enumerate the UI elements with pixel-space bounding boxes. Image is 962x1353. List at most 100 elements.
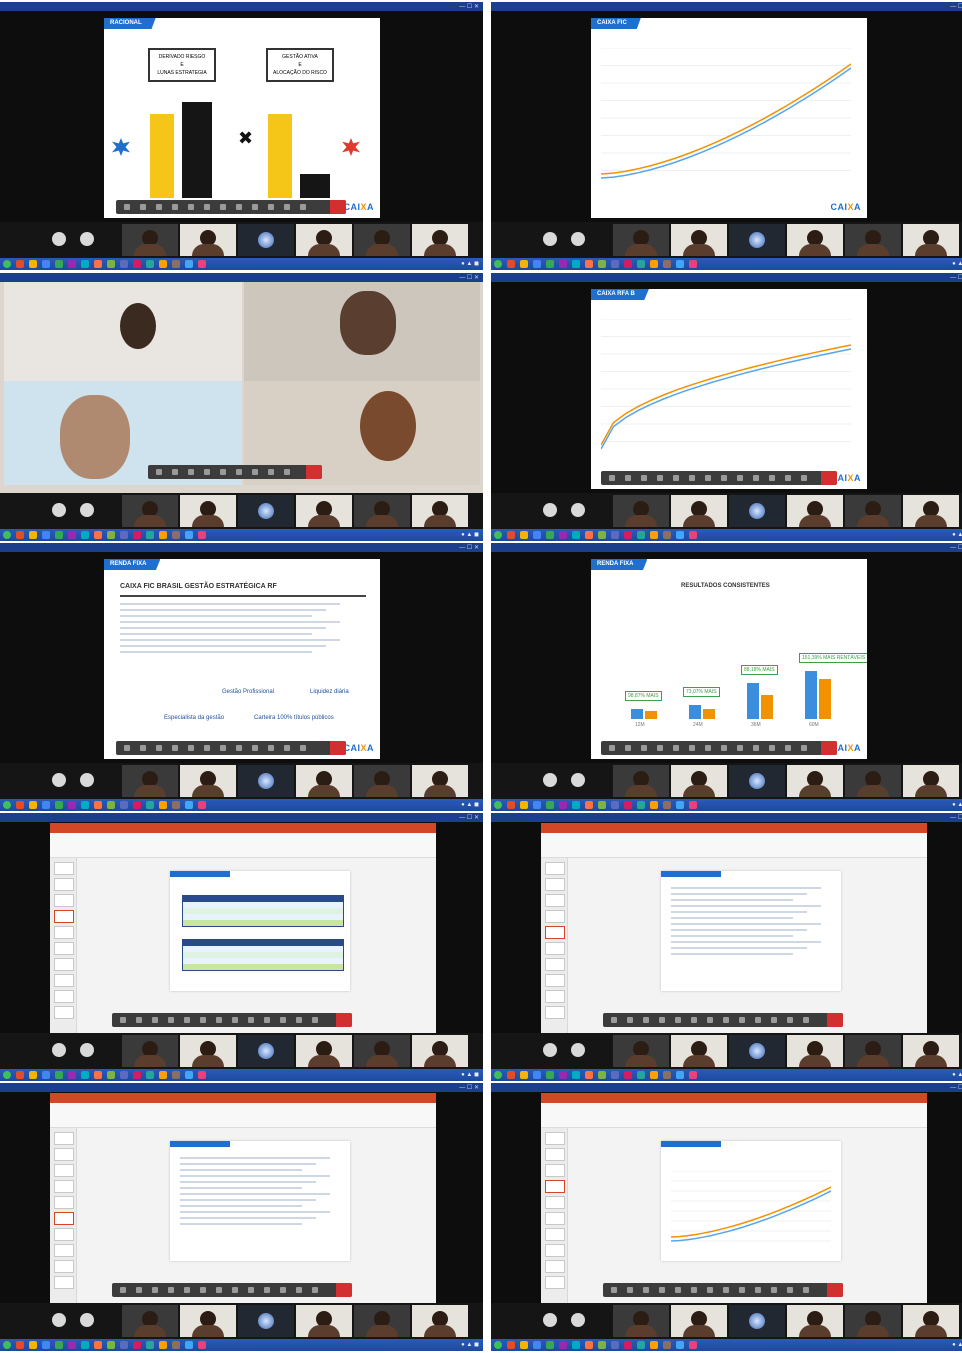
mic-icon[interactable] [753, 745, 759, 751]
taskbar-app-icon[interactable] [81, 531, 89, 539]
taskbar-app-icon[interactable] [663, 1071, 671, 1079]
participant-video[interactable] [845, 495, 901, 527]
slide-thumbnail[interactable] [545, 1276, 565, 1289]
slide-thumbnail[interactable] [545, 894, 565, 907]
mic-icon[interactable] [136, 1017, 142, 1023]
share-icon[interactable] [721, 745, 727, 751]
settings-icon[interactable] [739, 1017, 745, 1023]
participant-video[interactable] [671, 495, 727, 527]
camera-icon[interactable] [707, 1287, 713, 1293]
window-controls[interactable]: — ☐ ✕ [950, 814, 962, 821]
participant-video[interactable] [729, 765, 785, 797]
taskbar-app-icon[interactable] [533, 1341, 541, 1349]
taskbar-app-icon[interactable] [689, 1071, 697, 1079]
settings-icon[interactable] [156, 469, 162, 475]
settings-icon[interactable] [737, 475, 743, 481]
slide-thumbnail[interactable] [54, 974, 74, 987]
taskbar-app-icon[interactable] [94, 1341, 102, 1349]
slide-thumbnails-pane[interactable] [541, 858, 568, 1035]
taskbar-app-icon[interactable] [689, 531, 697, 539]
taskbar-app-icon[interactable] [663, 1341, 671, 1349]
start-icon[interactable] [3, 1071, 11, 1079]
camera-toggle-button[interactable] [80, 773, 94, 787]
taskbar-app-icon[interactable] [16, 260, 24, 268]
slide-thumbnail[interactable] [54, 926, 74, 939]
taskbar-app-icon[interactable] [146, 1341, 154, 1349]
mic-toggle-button[interactable] [543, 232, 557, 246]
taskbar-app-icon[interactable] [676, 531, 684, 539]
participant-video[interactable] [122, 765, 178, 797]
taskbar-app-icon[interactable] [198, 531, 206, 539]
share-icon[interactable] [657, 745, 663, 751]
taskbar-app-icon[interactable] [663, 801, 671, 809]
taskbar-app-icon[interactable] [546, 1071, 554, 1079]
slide-thumbnail[interactable] [545, 1164, 565, 1177]
taskbar-app-icon[interactable] [68, 260, 76, 268]
slide-thumbnail[interactable] [545, 1196, 565, 1209]
camera-icon[interactable] [152, 1287, 158, 1293]
camera-icon[interactable] [284, 745, 290, 751]
taskbar-app-icon[interactable] [572, 1341, 580, 1349]
participant-video[interactable] [296, 1305, 352, 1337]
taskbar-app-icon[interactable] [68, 801, 76, 809]
settings-icon[interactable] [220, 469, 226, 475]
taskbar-app-icon[interactable] [159, 531, 167, 539]
taskbar-app-icon[interactable] [676, 1071, 684, 1079]
taskbar-app-icon[interactable] [55, 260, 63, 268]
camera-icon[interactable] [707, 1017, 713, 1023]
taskbar-app-icon[interactable] [42, 801, 50, 809]
settings-icon[interactable] [611, 1287, 617, 1293]
share-icon[interactable] [657, 475, 663, 481]
taskbar-app-icon[interactable] [507, 260, 515, 268]
settings-icon[interactable] [312, 1287, 318, 1293]
settings-icon[interactable] [737, 745, 743, 751]
taskbar-app-icon[interactable] [29, 531, 37, 539]
taskbar-app-icon[interactable] [185, 801, 193, 809]
taskbar-app-icon[interactable] [159, 1341, 167, 1349]
participant-video[interactable] [613, 224, 669, 256]
slide-thumbnails-pane[interactable] [541, 1128, 568, 1305]
taskbar-app-icon[interactable] [42, 531, 50, 539]
taskbar-app-icon[interactable] [81, 1071, 89, 1079]
mic-icon[interactable] [236, 469, 242, 475]
hangup-icon[interactable] [336, 1013, 352, 1027]
participant-video[interactable] [903, 495, 959, 527]
taskbar-app-icon[interactable] [676, 1341, 684, 1349]
camera-icon[interactable] [216, 1287, 222, 1293]
mic-icon[interactable] [268, 204, 274, 210]
mic-icon[interactable] [264, 1287, 270, 1293]
settings-icon[interactable] [284, 469, 290, 475]
taskbar-app-icon[interactable] [559, 260, 567, 268]
taskbar-app-icon[interactable] [172, 260, 180, 268]
taskbar-app-icon[interactable] [16, 1341, 24, 1349]
slide-thumbnail[interactable] [54, 1212, 74, 1225]
taskbar-app-icon[interactable] [42, 1071, 50, 1079]
camera-icon[interactable] [220, 204, 226, 210]
slide-thumbnails-pane[interactable] [50, 1128, 77, 1305]
camera-toggle-button[interactable] [571, 773, 585, 787]
slide-thumbnail[interactable] [54, 1180, 74, 1193]
settings-icon[interactable] [801, 475, 807, 481]
slide-thumbnail[interactable] [545, 878, 565, 891]
participant-video[interactable] [354, 1035, 410, 1067]
share-icon[interactable] [659, 1017, 665, 1023]
taskbar-app-icon[interactable] [29, 260, 37, 268]
start-icon[interactable] [3, 260, 11, 268]
mic-icon[interactable] [172, 469, 178, 475]
share-icon[interactable] [236, 745, 242, 751]
settings-icon[interactable] [609, 745, 615, 751]
slide-thumbnail[interactable] [545, 1212, 565, 1225]
participant-video[interactable] [296, 1035, 352, 1067]
slide-thumbnail[interactable] [545, 1228, 565, 1241]
share-icon[interactable] [721, 475, 727, 481]
hangup-icon[interactable] [330, 200, 346, 214]
slide-thumbnail[interactable] [545, 910, 565, 923]
camera-icon[interactable] [771, 1287, 777, 1293]
settings-icon[interactable] [184, 1287, 190, 1293]
taskbar-app-icon[interactable] [611, 801, 619, 809]
taskbar-app-icon[interactable] [146, 531, 154, 539]
slide-thumbnail[interactable] [54, 958, 74, 971]
ribbon-tabs[interactable] [541, 1093, 927, 1103]
participant-video[interactable] [122, 495, 178, 527]
taskbar-app-icon[interactable] [16, 801, 24, 809]
